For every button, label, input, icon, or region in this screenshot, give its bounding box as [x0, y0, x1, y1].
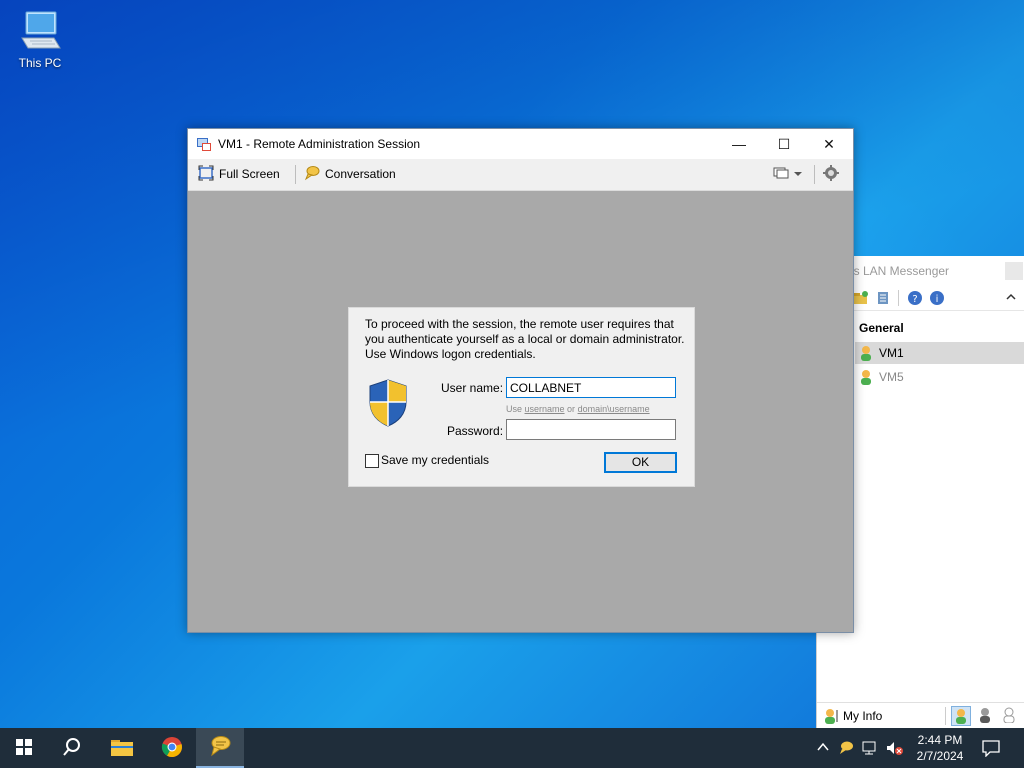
close-button[interactable]: ✕: [806, 129, 852, 159]
user-name-label: User name:: [441, 381, 504, 395]
status-offline-icon[interactable]: [1001, 707, 1017, 724]
network-icon[interactable]: [862, 740, 878, 756]
full-screen-button[interactable]: Full Screen: [198, 164, 280, 184]
chevron-up-icon[interactable]: [816, 740, 832, 756]
conversation-button[interactable]: Conversation: [304, 164, 396, 184]
computer-icon: [18, 8, 62, 52]
lan-status-bar: My Info: [817, 702, 1024, 729]
password-label: Password:: [447, 424, 504, 438]
history-icon[interactable]: [875, 290, 891, 306]
save-credentials-checkbox[interactable]: [365, 454, 379, 468]
session-toolbar: Full Screen Conversation: [188, 159, 853, 191]
status-available-icon[interactable]: [951, 706, 971, 726]
full-screen-label: Full Screen: [219, 167, 280, 181]
remote-admin-app-icon: [196, 136, 212, 152]
chevron-up-icon[interactable]: [1005, 291, 1021, 307]
my-info-icon: [823, 708, 839, 724]
search-icon: [62, 737, 82, 760]
folder-icon[interactable]: [853, 290, 869, 306]
chrome-button[interactable]: [148, 728, 196, 768]
user-name-input[interactable]: [506, 377, 676, 398]
user-online-icon: [859, 369, 873, 385]
auth-message: To proceed with the session, the remote …: [365, 317, 685, 361]
user-name-hint: Use username or domain\username: [506, 404, 650, 414]
group-header[interactable]: General: [859, 321, 904, 335]
lan-window-title: os LAN Messenger: [847, 264, 950, 278]
lan-messenger-taskbar-button[interactable]: [196, 728, 244, 768]
window-titlebar[interactable]: VM1 - Remote Administration Session — ☐ …: [188, 129, 853, 159]
user-row-vm5[interactable]: VM5: [855, 366, 1024, 388]
svg-text:?: ?: [912, 294, 917, 305]
save-credentials-label[interactable]: Save my credentials: [381, 453, 489, 467]
desktop-icon-this-pc[interactable]: This PC: [12, 8, 68, 70]
lan-messenger-tray-icon[interactable]: [838, 740, 854, 756]
file-explorer-icon: [111, 738, 133, 759]
monitor-icon: [773, 165, 789, 184]
gear-icon: [823, 164, 839, 184]
conversation-label: Conversation: [325, 167, 396, 181]
remote-admin-window: VM1 - Remote Administration Session — ☐ …: [187, 128, 854, 633]
toolbar-separator: [295, 165, 296, 184]
chevron-down-icon: [794, 167, 802, 181]
system-clock[interactable]: 2:44 PM 2/7/2024: [906, 732, 974, 764]
full-screen-icon: [198, 165, 214, 184]
clock-time: 2:44 PM: [917, 733, 963, 747]
svg-text:i: i: [936, 294, 939, 305]
authentication-dialog: To proceed with the session, the remote …: [348, 307, 695, 487]
conversation-icon: [304, 165, 320, 184]
password-input[interactable]: [506, 419, 676, 440]
user-row-vm1[interactable]: VM1: [855, 342, 1024, 364]
clock-date: 2/7/2024: [916, 749, 964, 763]
start-icon: [15, 738, 33, 759]
minimize-button[interactable]: —: [716, 129, 762, 159]
shield-icon: [366, 378, 410, 428]
notifications-icon[interactable]: [982, 739, 1000, 758]
window-title: VM1 - Remote Administration Session: [218, 137, 421, 151]
display-menu-button[interactable]: [773, 164, 802, 184]
lan-messenger-icon: [209, 735, 231, 760]
maximize-button[interactable]: ☐: [761, 129, 807, 159]
my-info-label[interactable]: My Info: [843, 709, 882, 723]
desktop-icon-label: This PC: [18, 56, 62, 70]
settings-button[interactable]: [823, 164, 839, 184]
status-divider: [945, 707, 946, 725]
status-busy-icon[interactable]: [977, 707, 993, 723]
lan-window-button[interactable]: [1005, 262, 1023, 280]
start-button[interactable]: [0, 728, 48, 768]
user-name: VM1: [879, 346, 904, 360]
user-name: VM5: [879, 370, 904, 384]
search-button[interactable]: [48, 728, 96, 768]
ok-button[interactable]: OK: [604, 452, 677, 473]
file-explorer-button[interactable]: [98, 728, 146, 768]
help-icon[interactable]: ?: [907, 290, 923, 306]
info-icon[interactable]: i: [929, 290, 945, 306]
chrome-icon: [161, 736, 183, 761]
user-online-icon: [859, 345, 873, 361]
toolbar-separator: [814, 165, 815, 184]
taskbar: 2:44 PM 2/7/2024: [0, 728, 1024, 768]
volume-muted-icon[interactable]: [886, 740, 903, 756]
toolbar-divider: [898, 290, 899, 306]
